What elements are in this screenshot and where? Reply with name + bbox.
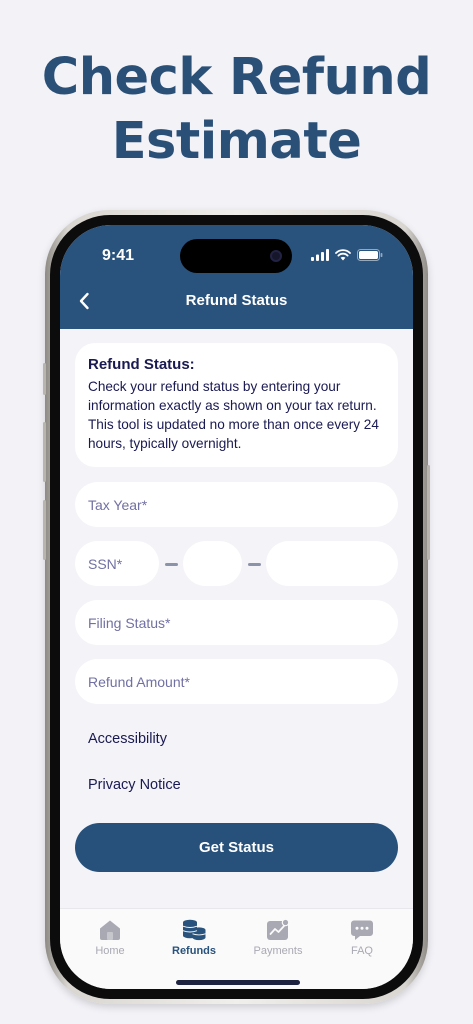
ssn-separator (165, 563, 178, 566)
tax-year-placeholder: Tax Year* (88, 496, 148, 513)
info-card-title: Refund Status: (88, 356, 195, 373)
phone-bezel: 9:41 Refund Status Refund Status: Check … (50, 215, 423, 999)
camera-icon (270, 250, 282, 262)
cellular-signal-icon (311, 249, 329, 261)
chart-icon (267, 919, 290, 940)
coins-icon (182, 919, 206, 941)
ssn-field-part-2[interactable] (183, 541, 242, 586)
volume-down-button (43, 500, 46, 560)
battery-icon (357, 249, 383, 261)
tab-home[interactable]: Home (68, 919, 152, 963)
get-status-button[interactable]: Get Status (75, 823, 398, 872)
status-icons (311, 248, 383, 262)
info-card-body: Check your refund status by entering you… (88, 379, 379, 451)
tab-payments[interactable]: Payments (236, 919, 320, 963)
headline-line-2: Estimate (111, 112, 362, 171)
info-card: Refund Status: Check your refund status … (75, 343, 398, 467)
tab-home-label: Home (95, 945, 125, 957)
power-button (427, 465, 430, 560)
home-icon (100, 920, 120, 940)
dynamic-island (180, 239, 292, 273)
accessibility-link[interactable]: Accessibility (88, 731, 167, 747)
filing-status-field[interactable]: Filing Status* (75, 600, 398, 645)
tab-refunds-label: Refunds (172, 945, 216, 957)
tax-year-field[interactable]: Tax Year* (75, 482, 398, 527)
tab-payments-label: Payments (253, 945, 303, 957)
tab-bar: Home Refunds Payments FAQ (60, 908, 413, 989)
filing-status-placeholder: Filing Status* (88, 614, 171, 631)
tab-faq-label: FAQ (350, 945, 373, 957)
phone-frame: 9:41 Refund Status Refund Status: Check … (43, 210, 430, 1004)
header-title: Refund Status (185, 292, 288, 309)
headline: Check Refund Estimate (0, 46, 473, 174)
refund-amount-field[interactable]: Refund Amount* (75, 659, 398, 704)
ssn-field-part-3[interactable] (266, 541, 398, 586)
headline-line-1: Check Refund (41, 48, 432, 107)
ssn-placeholder: SSN* (88, 555, 123, 572)
ssn-field-part-1[interactable]: SSN* (75, 541, 159, 586)
wifi-icon (335, 249, 351, 261)
action-button (43, 363, 46, 395)
app-header: 9:41 Refund Status (60, 225, 413, 329)
home-indicator (176, 980, 300, 985)
privacy-notice-link[interactable]: Privacy Notice (88, 777, 181, 793)
refund-amount-placeholder: Refund Amount* (88, 673, 190, 690)
status-time: 9:41 (102, 247, 135, 264)
phone-screen: 9:41 Refund Status Refund Status: Check … (60, 225, 413, 989)
chat-icon (351, 920, 373, 940)
ssn-separator (248, 563, 261, 566)
tab-faq[interactable]: FAQ (320, 919, 404, 963)
volume-up-button (43, 422, 46, 482)
tab-refunds[interactable]: Refunds (152, 919, 236, 963)
